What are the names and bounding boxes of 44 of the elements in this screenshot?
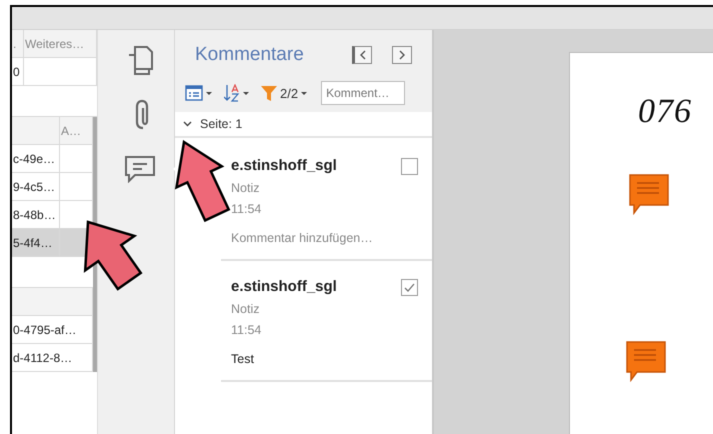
caret-icon [206, 92, 212, 94]
check-icon [404, 283, 415, 292]
table-cell: 8-48b… [12, 201, 60, 228]
view-dropdown[interactable] [185, 85, 212, 101]
comment-marker-icon[interactable] [625, 340, 667, 382]
filter-dropdown[interactable]: 2/2 [261, 85, 308, 101]
comment-text: Test [231, 352, 255, 366]
comment-author: e.stinshoff_sgl [231, 156, 337, 176]
filter-icon [261, 85, 277, 101]
table-cell: c-49e… [12, 145, 60, 172]
column-header[interactable]: A… [60, 117, 93, 144]
chevron-right-icon [398, 50, 406, 60]
table-cell: 0-4795-af… [12, 316, 93, 343]
caret-icon [243, 92, 249, 94]
column-header[interactable]: . [12, 30, 24, 57]
comment-time: 11:54 [231, 322, 262, 339]
list-view-icon [185, 85, 203, 101]
table-cell: 9-4c5… [12, 173, 60, 200]
status-checkbox[interactable] [401, 279, 418, 296]
handwritten-text: 076 [638, 93, 692, 131]
next-page-button[interactable] [392, 46, 412, 64]
comment-type: Notiz [231, 180, 260, 197]
status-checkbox[interactable] [401, 158, 418, 175]
comment-type: Notiz [231, 301, 260, 318]
comment-author: e.stinshoff_sgl [231, 277, 337, 297]
page-group-header[interactable]: Seite: 1 [175, 112, 432, 138]
sort-dropdown[interactable] [224, 84, 249, 102]
column-header[interactable]: Weiteres… [24, 30, 97, 57]
first-page-button[interactable] [352, 46, 372, 64]
panel-title: Kommentare [195, 44, 305, 66]
table-cell: 0 [12, 58, 24, 85]
add-comment-field[interactable]: Kommentar hinzufügen… [231, 231, 432, 245]
sort-az-icon [224, 84, 240, 102]
page-group-label: Seite: 1 [200, 117, 242, 131]
pointer-arrow [84, 220, 142, 291]
chevron-down-icon [183, 121, 192, 127]
chevron-left-icon [359, 50, 367, 60]
comment-icon[interactable] [124, 155, 156, 183]
table-cell: 5-4f4… [12, 229, 60, 256]
comment-time: 11:54 [231, 201, 262, 218]
caret-icon [301, 92, 308, 94]
table-cell: d-4112-8… [12, 344, 93, 371]
search-field[interactable]: Komment… [321, 81, 406, 105]
comment-marker-icon[interactable] [628, 173, 670, 215]
